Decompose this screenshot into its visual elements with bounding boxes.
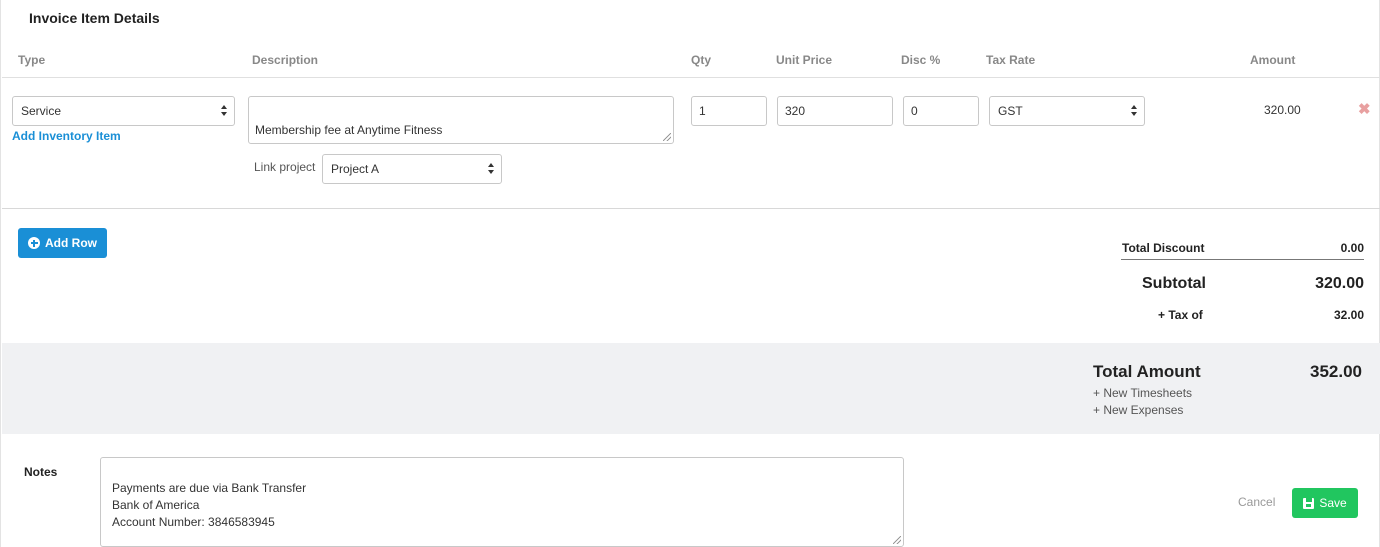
add-row-label: Add Row: [45, 236, 97, 250]
subtotal-value: 320.00: [1315, 275, 1364, 292]
qty-input[interactable]: 1: [691, 96, 767, 126]
cancel-button[interactable]: Cancel: [1238, 495, 1275, 509]
column-header-amount: Amount: [1250, 53, 1296, 67]
unit-price-input[interactable]: 320: [777, 96, 893, 126]
add-row-button[interactable]: Add Row: [18, 228, 107, 258]
select-arrows-icon: [1131, 104, 1139, 118]
tax-label: + Tax of: [1158, 308, 1203, 322]
type-select[interactable]: Service: [12, 96, 235, 126]
floppy-disk-icon: [1303, 497, 1315, 509]
resize-handle-icon[interactable]: [893, 536, 901, 544]
project-select[interactable]: Project A: [322, 154, 502, 184]
save-button[interactable]: Save: [1292, 488, 1358, 518]
total-discount-value: 0.00: [1340, 241, 1364, 255]
total-amount-label: Total Amount: [1093, 362, 1201, 381]
link-project-label: Link project: [254, 160, 316, 174]
total-discount-label: Total Discount: [1122, 241, 1205, 255]
column-header-type: Type: [18, 53, 46, 67]
disc-input[interactable]: 0: [903, 96, 979, 126]
plus-circle-icon: [28, 237, 40, 249]
notes-label: Notes: [24, 465, 58, 479]
tax-value: 32.00: [1333, 308, 1364, 322]
row-amount: 320.00: [1264, 103, 1301, 117]
select-arrows-icon: [488, 162, 496, 176]
new-timesheets-link[interactable]: + New Timesheets: [1093, 386, 1192, 400]
project-select-value: Project A: [331, 162, 380, 176]
add-inventory-item-link[interactable]: Add Inventory Item: [12, 129, 121, 143]
column-header-tax-rate: Tax Rate: [986, 53, 1036, 67]
section-title: Invoice Item Details: [29, 10, 160, 26]
column-header-qty: Qty: [691, 53, 712, 67]
description-text: Membership fee at Anytime Fitness: [255, 123, 443, 137]
column-header-description: Description: [252, 53, 319, 67]
resize-handle-icon[interactable]: [663, 133, 671, 141]
tax-rate-select-value: GST: [998, 104, 1023, 118]
column-header-unit-price: Unit Price: [776, 53, 833, 67]
total-amount-value: 352.00: [1310, 362, 1362, 381]
column-header-disc: Disc %: [901, 53, 941, 67]
select-arrows-icon: [221, 104, 229, 118]
save-label: Save: [1319, 496, 1347, 510]
invoice-item-panel: Invoice Item Details Type Description Qt…: [0, 0, 1380, 547]
summary-divider: [1121, 259, 1364, 260]
notes-textarea[interactable]: Payments are due via Bank Transfer Bank …: [100, 457, 904, 547]
remove-row-icon[interactable]: ✖: [1358, 100, 1371, 118]
subtotal-label: Subtotal: [1142, 275, 1206, 292]
description-textarea[interactable]: Membership fee at Anytime Fitness: [248, 96, 674, 144]
header-divider: [2, 77, 1380, 78]
new-expenses-link[interactable]: + New Expenses: [1093, 403, 1183, 417]
type-select-value: Service: [21, 104, 62, 118]
tax-rate-select[interactable]: GST: [989, 96, 1145, 126]
row-divider: [2, 208, 1380, 209]
notes-text: Payments are due via Bank Transfer Bank …: [112, 481, 307, 529]
